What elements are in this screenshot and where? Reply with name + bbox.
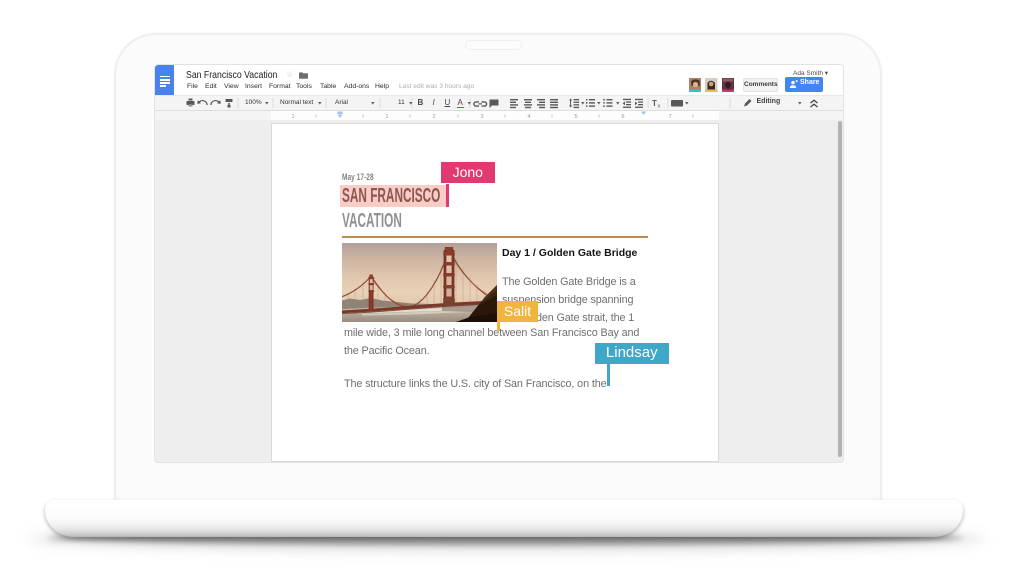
svg-text:2: 2 (432, 114, 435, 120)
svg-text:3: 3 (480, 114, 483, 120)
svg-text:1: 1 (291, 114, 294, 120)
svg-text:7: 7 (668, 114, 671, 120)
svg-text:4: 4 (527, 114, 530, 120)
svg-text:6: 6 (621, 114, 624, 120)
svg-text:x: x (658, 104, 661, 110)
svg-text:5: 5 (574, 114, 577, 120)
svg-text:1: 1 (385, 114, 388, 120)
svg-text:T: T (652, 99, 657, 108)
